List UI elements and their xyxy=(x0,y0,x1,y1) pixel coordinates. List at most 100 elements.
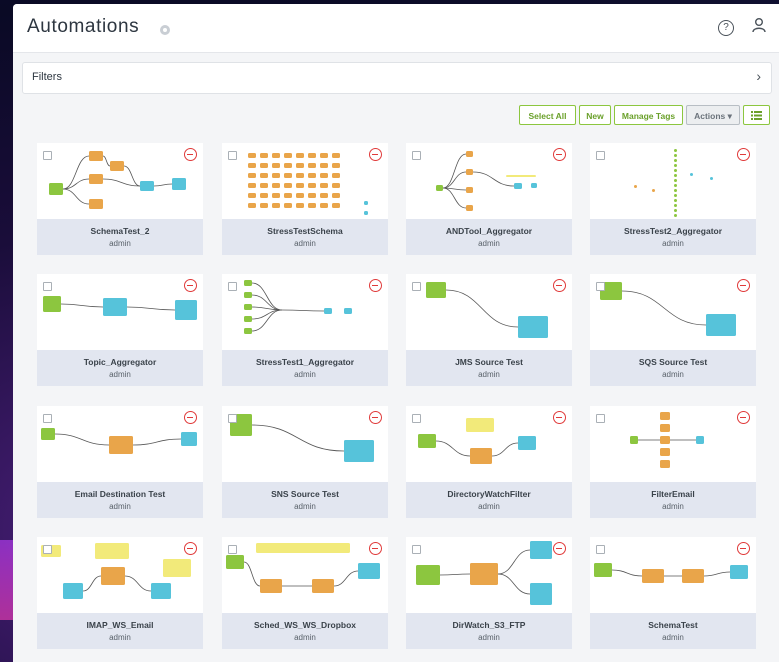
automation-owner: admin xyxy=(662,239,684,248)
automation-diagram-thumbnail[interactable] xyxy=(406,406,572,482)
delete-icon[interactable] xyxy=(369,279,382,292)
automation-name: StressTestSchema xyxy=(267,226,343,236)
delete-icon[interactable] xyxy=(737,411,750,424)
automation-diagram-thumbnail[interactable] xyxy=(590,143,756,219)
automation-owner: admin xyxy=(662,502,684,511)
info-icon[interactable] xyxy=(160,25,170,35)
card-footer: StressTest1_Aggregatoradmin xyxy=(222,350,388,386)
delete-icon[interactable] xyxy=(737,542,750,555)
delete-icon[interactable] xyxy=(737,279,750,292)
delete-icon[interactable] xyxy=(553,542,566,555)
automation-card[interactable]: Sched_WS_WS_Dropbox admin xyxy=(222,537,388,649)
card-footer: IMAP_WS_Email admin xyxy=(37,613,203,649)
delete-icon[interactable] xyxy=(553,411,566,424)
automations-panel: Automations ? Filters › Select All New M… xyxy=(13,4,779,662)
card-footer: Topic_Aggregatoradmin xyxy=(37,350,203,386)
delete-icon[interactable] xyxy=(184,411,197,424)
automation-diagram-thumbnail[interactable] xyxy=(37,143,203,219)
automation-card[interactable]: SchemaTest_2 admin xyxy=(37,143,203,255)
automation-card[interactable]: JMS Source Test admin xyxy=(406,274,572,386)
select-all-button[interactable]: Select All xyxy=(519,105,576,125)
card-footer: SchemaTest admin xyxy=(590,613,756,649)
automation-owner: admin xyxy=(109,502,131,511)
select-checkbox[interactable] xyxy=(43,414,52,423)
automation-card[interactable]: SchemaTest admin xyxy=(590,537,756,649)
automation-card[interactable]: ANDTool_Aggregator admin xyxy=(406,143,572,255)
automation-card[interactable]: StressTest2_Aggregatoradmin xyxy=(590,143,756,255)
automation-owner: admin xyxy=(478,370,500,379)
card-footer: FilterEmail admin xyxy=(590,482,756,518)
automation-owner: admin xyxy=(294,239,316,248)
automation-card[interactable]: DirWatch_S3_FTP admin xyxy=(406,537,572,649)
card-footer: StressTestSchema admin xyxy=(222,219,388,255)
automation-diagram-thumbnail[interactable] xyxy=(590,406,756,482)
help-icon[interactable]: ? xyxy=(718,20,734,36)
manage-tags-button[interactable]: Manage Tags xyxy=(614,105,683,125)
card-footer: JMS Source Test admin xyxy=(406,350,572,386)
select-checkbox[interactable] xyxy=(412,414,421,423)
automation-diagram-thumbnail[interactable] xyxy=(222,143,388,219)
select-checkbox[interactable] xyxy=(228,545,237,554)
delete-icon[interactable] xyxy=(737,148,750,161)
delete-icon[interactable] xyxy=(369,148,382,161)
automation-card[interactable]: StressTestSchema admin xyxy=(222,143,388,255)
automation-diagram-thumbnail[interactable] xyxy=(590,537,756,613)
select-checkbox[interactable] xyxy=(412,282,421,291)
list-view-icon[interactable] xyxy=(743,105,770,125)
filters-bar[interactable]: Filters › xyxy=(22,62,772,94)
automation-card[interactable]: DirectoryWatchFilter admin xyxy=(406,406,572,518)
automation-card[interactable]: FilterEmail admin xyxy=(590,406,756,518)
automation-diagram-thumbnail[interactable] xyxy=(222,537,388,613)
automation-diagram-thumbnail[interactable] xyxy=(222,274,388,350)
delete-icon[interactable] xyxy=(553,148,566,161)
automation-name: StressTest1_Aggregator xyxy=(255,357,355,367)
actions-dropdown[interactable]: Actions ▾ xyxy=(686,105,740,125)
automation-diagram-thumbnail[interactable] xyxy=(590,274,756,350)
automation-owner: admin xyxy=(294,502,316,511)
card-footer: SNS Source Test admin xyxy=(222,482,388,518)
automation-name: ANDTool_Aggregator xyxy=(445,226,533,236)
automation-diagram-thumbnail[interactable] xyxy=(37,274,203,350)
automation-name: IMAP_WS_Email xyxy=(86,620,154,630)
automation-card[interactable]: IMAP_WS_Email admin xyxy=(37,537,203,649)
select-checkbox[interactable] xyxy=(412,151,421,160)
automation-diagram-thumbnail[interactable] xyxy=(37,406,203,482)
automation-card[interactable]: StressTest1_Aggregatoradmin xyxy=(222,274,388,386)
automation-card[interactable]: Email Destination Test admin xyxy=(37,406,203,518)
select-checkbox[interactable] xyxy=(43,151,52,160)
select-checkbox[interactable] xyxy=(43,282,52,291)
select-checkbox[interactable] xyxy=(596,414,605,423)
select-checkbox[interactable] xyxy=(412,545,421,554)
delete-icon[interactable] xyxy=(184,148,197,161)
select-checkbox[interactable] xyxy=(228,414,237,423)
automation-owner: admin xyxy=(294,370,316,379)
select-checkbox[interactable] xyxy=(596,151,605,160)
automation-card[interactable]: Topic_Aggregatoradmin xyxy=(37,274,203,386)
delete-icon[interactable] xyxy=(553,279,566,292)
delete-icon[interactable] xyxy=(184,279,197,292)
automation-diagram-thumbnail[interactable] xyxy=(406,537,572,613)
select-checkbox[interactable] xyxy=(596,545,605,554)
automation-name: Topic_Aggregator xyxy=(83,357,157,367)
automation-diagram-thumbnail[interactable] xyxy=(406,143,572,219)
card-footer: ANDTool_Aggregator admin xyxy=(406,219,572,255)
automation-name: Sched_WS_WS_Dropbox xyxy=(253,620,357,630)
chevron-right-icon[interactable]: › xyxy=(756,68,761,84)
select-checkbox[interactable] xyxy=(228,282,237,291)
delete-icon[interactable] xyxy=(369,542,382,555)
automation-diagram-thumbnail[interactable] xyxy=(406,274,572,350)
automation-name: SchemaTest_2 xyxy=(90,226,150,236)
automation-owner: admin xyxy=(109,370,131,379)
new-button[interactable]: New xyxy=(579,105,611,125)
delete-icon[interactable] xyxy=(369,411,382,424)
automation-card[interactable]: SQS Source Test admin xyxy=(590,274,756,386)
select-checkbox[interactable] xyxy=(596,282,605,291)
delete-icon[interactable] xyxy=(184,542,197,555)
user-icon[interactable] xyxy=(749,17,769,37)
select-checkbox[interactable] xyxy=(43,545,52,554)
automation-name: StressTest2_Aggregator xyxy=(623,226,723,236)
automation-card[interactable]: SNS Source Test admin xyxy=(222,406,388,518)
select-checkbox[interactable] xyxy=(228,151,237,160)
automation-diagram-thumbnail[interactable] xyxy=(37,537,203,613)
automation-diagram-thumbnail[interactable] xyxy=(222,406,388,482)
